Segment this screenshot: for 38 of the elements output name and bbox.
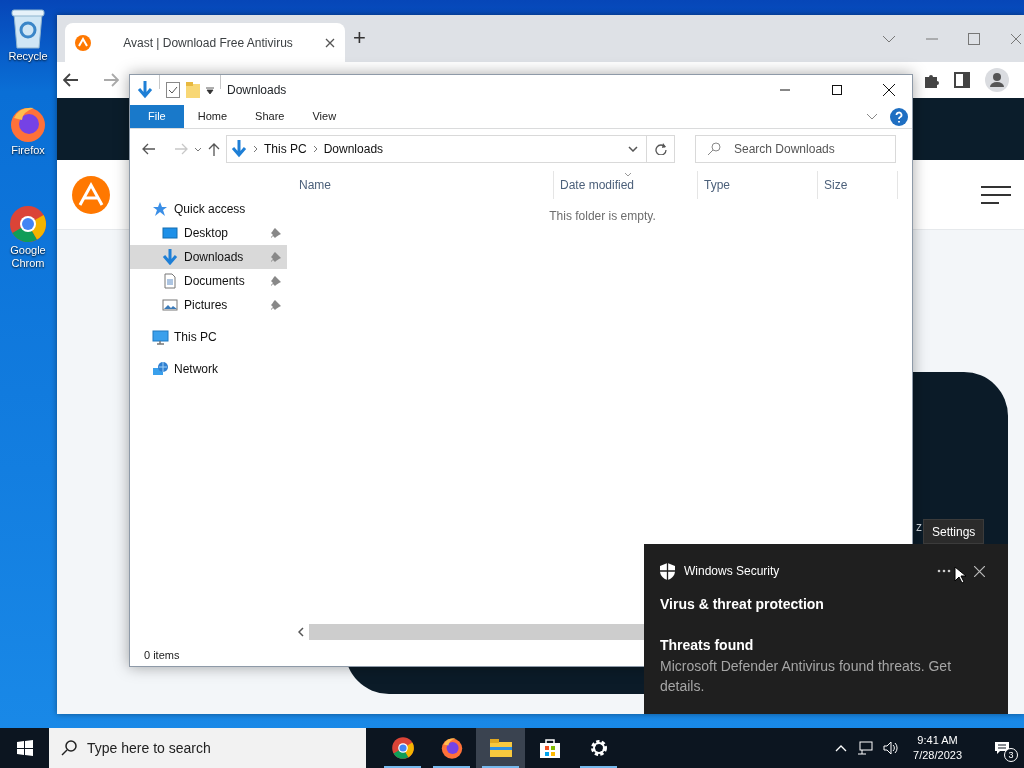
toast-heading: Threats found — [660, 636, 755, 655]
toast-title: Virus & threat protection — [660, 595, 825, 614]
status-text: 0 items — [144, 647, 180, 663]
ribbon-tab[interactable]: Home — [183, 105, 242, 128]
toast-app-name: Windows Security — [684, 563, 780, 580]
nav-item[interactable]: Quick access — [130, 197, 287, 221]
panel-text: z — [916, 519, 922, 536]
taskbar-search-field[interactable]: Type here to search — [49, 728, 366, 768]
nav-item[interactable]: Documents — [130, 269, 287, 293]
ribbon-tab[interactable]: View — [298, 105, 351, 128]
nav-item[interactable]: This PC — [130, 325, 287, 349]
breadcrumb-item[interactable]: Downloads — [323, 140, 384, 158]
nav-item[interactable]: Desktop — [130, 221, 287, 245]
clock-time[interactable]: 9:41 AM — [917, 733, 958, 748]
browser-tab[interactable]: Avast | Download Free Antivirus — [65, 23, 345, 62]
ribbon-tab[interactable]: File — [130, 105, 184, 128]
ribbon-tab[interactable]: Share — [241, 105, 299, 128]
new-tab-button[interactable]: + — [351, 19, 368, 56]
column-header[interactable]: Size — [818, 171, 898, 199]
nav-item[interactable]: Downloads — [130, 245, 287, 269]
search-field[interactable]: Search Downloads — [695, 135, 896, 163]
clock-date[interactable]: 7/28/2023 — [913, 748, 962, 763]
notification-count: 3 — [1004, 748, 1018, 762]
icon-label[interactable]: Recycle — [8, 50, 48, 64]
empty-folder-message: This folder is empty. — [548, 208, 657, 225]
notification-center-button[interactable]: 3 — [980, 728, 1024, 768]
nav-item[interactable]: Pictures — [130, 293, 287, 317]
breadcrumb-item[interactable]: This PC — [264, 140, 307, 158]
column-header[interactable]: Date modified — [554, 171, 698, 199]
column-header[interactable]: Name — [293, 171, 554, 199]
window-title: Downloads — [227, 82, 287, 99]
icon-label[interactable]: Google Chrom — [0, 244, 56, 271]
tooltip: Settings — [923, 519, 985, 544]
toast-message: Microsoft Defender Antivirus found threats. Get details. — [660, 657, 953, 697]
column-header[interactable]: Type — [698, 171, 818, 199]
nav-item[interactable]: Network — [130, 357, 287, 381]
icon-label[interactable]: Firefox — [11, 144, 45, 158]
address-bar[interactable]: This PC Downloads — [226, 135, 647, 163]
